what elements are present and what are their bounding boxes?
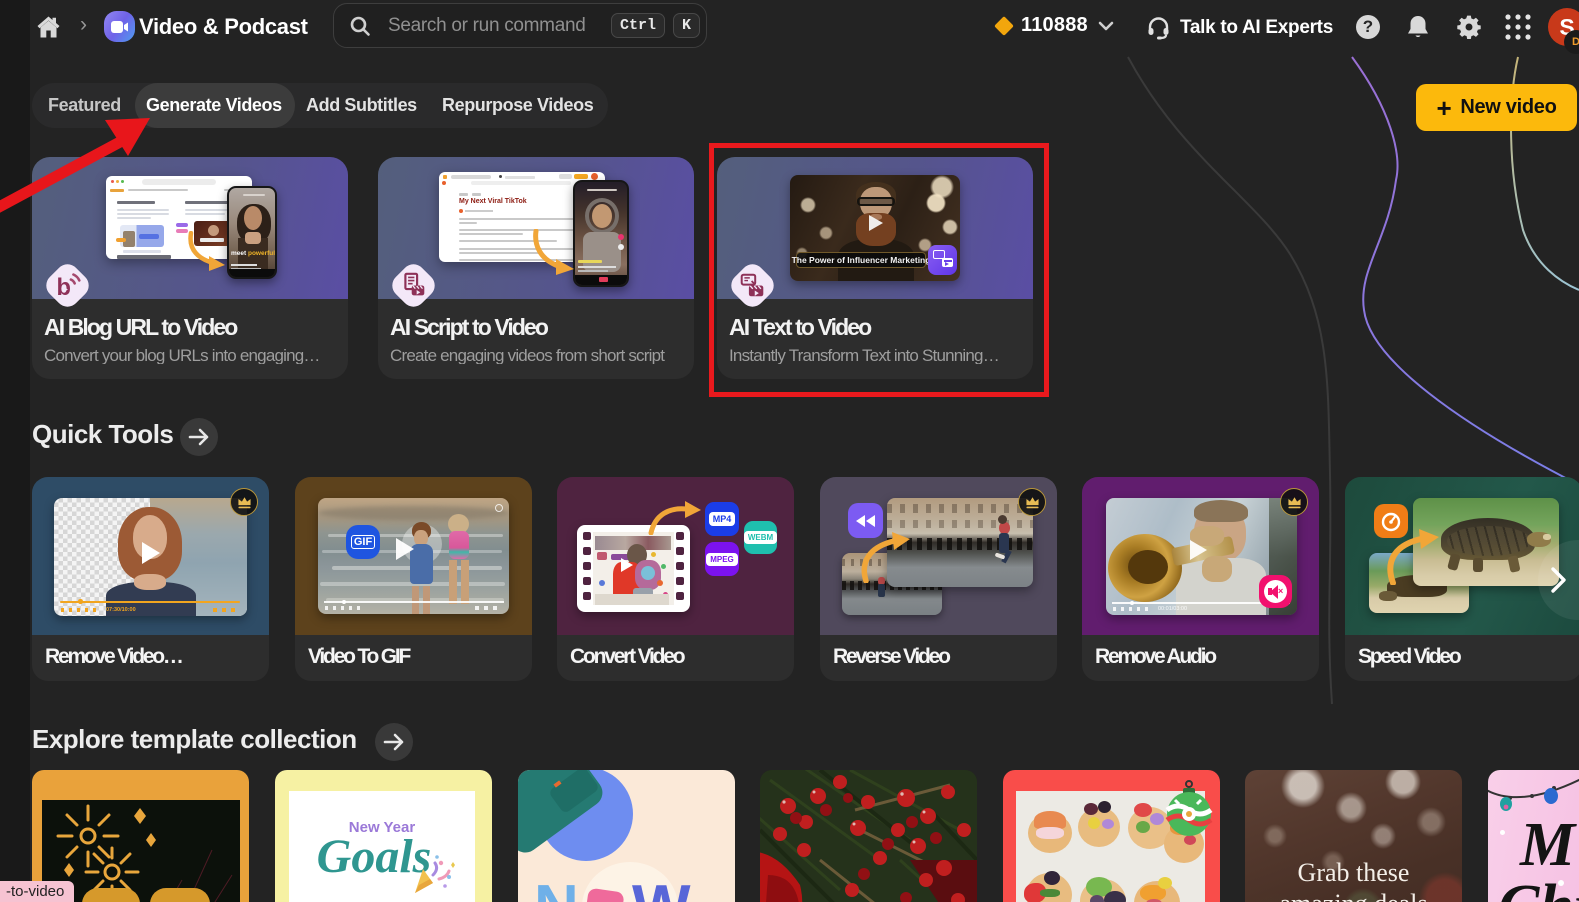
svg-text:b: b [57,275,71,299]
